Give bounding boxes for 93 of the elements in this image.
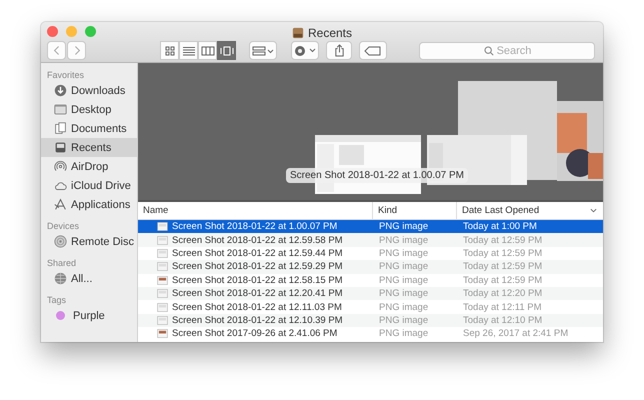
arrange-icon [252, 46, 274, 56]
drawer-icon [54, 141, 67, 154]
kind-cell-text: PNG image [378, 234, 430, 246]
image-file-icon [157, 316, 168, 325]
applications-icon [54, 198, 67, 211]
kind-cell-text: PNG image [378, 302, 430, 313]
sidebar-item[interactable]: Applications [41, 195, 137, 214]
date-cell-text: Today at 12:11 PM [462, 302, 543, 313]
file-row[interactable]: Screen Shot 2017-09-26 at 2.41.06 PM PNG image Sep 26, 2017 at 2:41 PM [138, 327, 603, 341]
file-row[interactable]: Screen Shot 2018-01-22 at 1.00.07 PM PNG image Today at 1:00 PM [138, 220, 603, 234]
disc-icon [54, 235, 67, 248]
cover-flow-icon [220, 46, 234, 56]
date-cell-text: Today at 12:59 PM [462, 248, 544, 259]
file-row[interactable]: Screen Shot 2018-01-22 at 12.10.39 PM PNG image Today at 12:10 PM [138, 314, 603, 328]
section-heading: Favorites [46, 69, 86, 81]
image-file-icon [157, 262, 168, 272]
file-name: Screen Shot 2018-01-22 at 12.20.41 PM [172, 288, 343, 300]
sidebar-item[interactable]: iCloud Drive [41, 176, 137, 195]
image-file-icon [157, 302, 168, 312]
file-row[interactable]: Screen Shot 2018-01-22 at 12.20.41 PM PNG image Today at 12:20 PM [138, 286, 603, 300]
date-cell-text: Today at 1:00 PM [462, 221, 538, 232]
columns-icon [200, 46, 214, 56]
action-button[interactable] [291, 41, 319, 60]
date-cell-text: Sep 26, 2017 at 2:41 PM [462, 328, 570, 340]
date-cell-text: Today at 12:59 PM [462, 234, 544, 246]
date-cell-text: Today at 12:59 PM [462, 274, 544, 286]
tag-icon [364, 46, 382, 56]
file-name: Screen Shot 2018-01-22 at 12.11.03 PM [172, 302, 342, 313]
sidebar-item[interactable]: Recents [41, 138, 137, 157]
search-field[interactable]: Search [419, 42, 595, 60]
section-heading: Shared [46, 257, 78, 269]
file-name: Screen Shot 2018-01-22 at 12.59.58 PM [172, 234, 343, 246]
download-icon [54, 84, 67, 97]
file-name: Screen Shot 2018-01-22 at 12.10.39 PM [172, 314, 343, 326]
share-button[interactable] [326, 41, 352, 60]
date-cell-text: Today at 12:59 PM [462, 261, 544, 272]
section-heading: Devices [46, 220, 80, 232]
sidebar-item[interactable]: Purple [41, 306, 137, 325]
search-icon [484, 46, 494, 56]
list-icon [182, 46, 196, 56]
sidebar-item[interactable]: Downloads [41, 81, 137, 100]
chevron-left-icon [52, 45, 60, 56]
kind-cell-text: PNG image [378, 248, 430, 259]
file-row[interactable]: Screen Shot 2018-01-22 at 12.59.29 PM PNG image Today at 12:59 PM [138, 260, 603, 274]
sidebar-item[interactable]: Documents [41, 119, 137, 138]
date-cell-text: Today at 12:10 PM [462, 314, 544, 326]
file-name: Screen Shot 2018-01-22 at 12.59.29 PM [172, 261, 343, 272]
kind-cell-text: PNG image [378, 261, 430, 272]
monitor-icon [54, 103, 67, 116]
sidebar-item[interactable]: AirDrop [41, 157, 137, 176]
column-header[interactable]: Name [138, 202, 373, 219]
sidebar-item[interactable]: Remote Disc [41, 232, 137, 251]
drive-icon [292, 26, 304, 38]
file-row[interactable]: Screen Shot 2018-01-22 at 12.59.44 PM PNG image Today at 12:59 PM [138, 246, 603, 260]
chevron-icon [590, 208, 597, 213]
sidebar-item[interactable]: All... [41, 269, 137, 288]
file-row[interactable]: Screen Shot 2018-01-22 at 12.58.15 PM PNG image Today at 12:59 PM [138, 274, 603, 287]
kind-cell-text: PNG image [378, 328, 430, 340]
date-cell-text: Today at 12:20 PM [462, 288, 544, 300]
kind-cell-text: PNG image [378, 221, 430, 232]
arrange-button[interactable] [249, 41, 277, 60]
image-file-icon [157, 236, 168, 245]
section-heading: Tags [46, 294, 68, 306]
file-name: Screen Shot 2018-01-22 at 12.58.15 PM [172, 274, 343, 286]
file-name: Screen Shot 2017-09-26 at 2.41.06 PM [172, 328, 338, 340]
view-mode-button[interactable] [160, 41, 179, 60]
chevron-right-icon [72, 45, 80, 56]
image-file-icon [157, 329, 168, 338]
file-name: Screen Shot 2018-01-22 at 1.00.07 PM [172, 221, 338, 232]
kind-cell-text: PNG image [378, 274, 430, 286]
grid-icon [162, 46, 176, 56]
sidebar-item[interactable]: Desktop [41, 100, 137, 119]
file-name: Screen Shot 2018-01-22 at 12.59.44 PM [172, 248, 343, 259]
view-mode-button[interactable] [217, 41, 236, 60]
view-mode-button[interactable] [179, 41, 198, 60]
image-file-icon [157, 289, 168, 298]
kind-cell-text: PNG image [378, 288, 430, 300]
share-icon [334, 44, 344, 57]
file-name-label: Screen Shot 2018-01-22 at 1.00.07 PM [286, 168, 468, 183]
kind-cell-text: PNG image [378, 314, 430, 326]
view-mode-button[interactable] [198, 41, 217, 60]
window-title: Recents [308, 26, 352, 40]
image-file-icon [157, 222, 168, 232]
globe-icon [54, 272, 67, 285]
airdrop-icon [54, 160, 67, 173]
tags-button[interactable] [359, 41, 387, 60]
file-row[interactable]: Screen Shot 2018-01-22 at 12.11.03 PM PNG image Today at 12:11 PM [138, 300, 603, 314]
file-row[interactable]: Screen Shot 2018-01-22 at 12.59.58 PM PNG image Today at 12:59 PM [138, 233, 603, 247]
image-file-icon [157, 248, 168, 258]
document-icon [54, 122, 67, 135]
image-file-icon [157, 276, 168, 285]
column-header[interactable]: Date Last Opened [457, 202, 603, 219]
column-header[interactable]: Kind [373, 202, 457, 219]
